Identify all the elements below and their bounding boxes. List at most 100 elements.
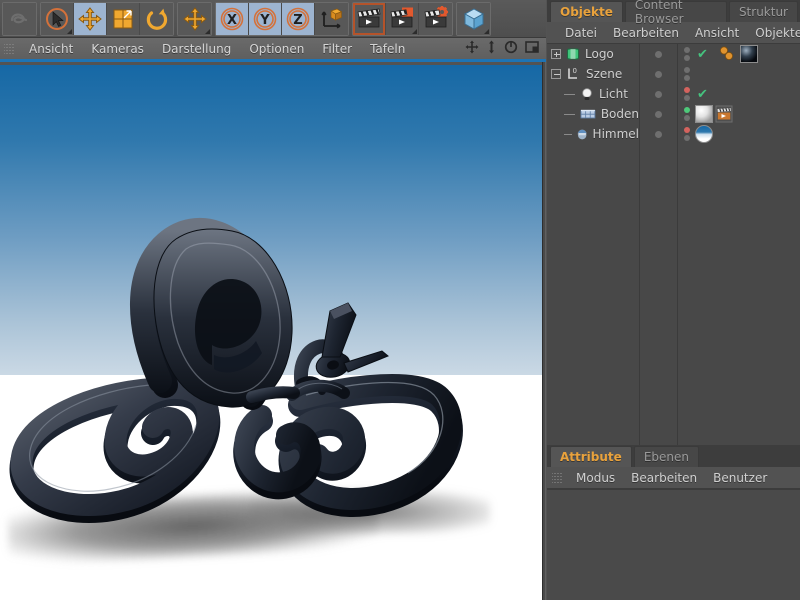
enabled-checkmark-icon: ✔: [697, 87, 708, 102]
add-cube-button[interactable]: [457, 2, 490, 35]
tab-content-browser[interactable]: Content Browser: [624, 0, 727, 26]
rotate-tool-button[interactable]: [140, 2, 173, 35]
lock-x-axis-button[interactable]: X: [216, 2, 249, 35]
table-row[interactable]: 0 Szene: [547, 64, 800, 84]
material-dark-tag[interactable]: [740, 45, 758, 63]
viewport-menu-optionen[interactable]: Optionen: [240, 40, 313, 58]
svg-text:Y: Y: [259, 13, 270, 28]
tag-area: [695, 104, 733, 124]
rotate-arc-icon: [146, 8, 167, 30]
tool-corner-indicator: [205, 28, 210, 34]
editor-visibility-dot[interactable]: [639, 104, 677, 124]
butterfly-logo-object[interactable]: [0, 65, 542, 600]
clapperboard-gear-icon: [424, 5, 448, 27]
viewport-menu-ansicht[interactable]: Ansicht: [20, 40, 82, 58]
move-axis-button[interactable]: [178, 2, 211, 35]
object-manager-menubar: Datei Bearbeiten Ansicht Objekte: [547, 22, 800, 44]
rotate-icon[interactable]: [504, 40, 518, 57]
om-menu-ansicht[interactable]: Ansicht: [687, 25, 747, 41]
tool-corner-indicator: [484, 28, 489, 34]
selection-tool-button[interactable]: [41, 2, 74, 35]
editor-visibility-dot[interactable]: [639, 84, 677, 104]
material-white-tag[interactable]: [695, 105, 713, 123]
render-visibility-dots[interactable]: [677, 104, 697, 124]
undo-redo-button[interactable]: [3, 2, 36, 35]
tab-ebenen[interactable]: Ebenen: [633, 446, 699, 467]
render-visibility-dots[interactable]: [677, 64, 697, 84]
tag-area: [695, 124, 713, 144]
viewport-menu-filter[interactable]: Filter: [313, 40, 361, 58]
am-menu-modus[interactable]: Modus: [568, 470, 623, 486]
vertical-splitter[interactable]: [542, 62, 546, 600]
move-arrows-icon: [182, 6, 207, 31]
toolbar-group-primitives: [456, 1, 491, 36]
render-visibility-dots[interactable]: [677, 84, 697, 104]
tree-branch-line: [564, 93, 575, 95]
panel-grip-icon[interactable]: [552, 471, 563, 484]
am-menu-benutzer[interactable]: Benutzer: [705, 470, 775, 486]
toolbar-group-history: [2, 1, 37, 36]
tab-attribute[interactable]: Attribute: [550, 446, 632, 467]
expander-toggle[interactable]: [551, 49, 561, 59]
object-tree-cell: Licht: [547, 84, 639, 104]
material-sky-tag[interactable]: [695, 125, 713, 143]
render-visibility-dots[interactable]: [677, 44, 697, 64]
right-panel: Objekte Content Browser Struktur Datei B…: [547, 0, 800, 600]
object-manager-tabbar: Objekte Content Browser Struktur: [547, 0, 800, 26]
lock-y-axis-button[interactable]: Y: [249, 2, 282, 35]
expander-toggle[interactable]: [551, 69, 561, 79]
panel-grip-icon[interactable]: [4, 42, 15, 55]
editor-visibility-dot[interactable]: [639, 44, 677, 64]
render-view-button[interactable]: [353, 2, 386, 35]
scale-box-icon: [113, 9, 133, 28]
table-row[interactable]: Boden: [547, 104, 800, 124]
editor-visibility-dot[interactable]: [639, 124, 677, 144]
tree-branch-line: [564, 133, 573, 135]
tab-struktur[interactable]: Struktur: [728, 1, 798, 22]
table-row[interactable]: Himmel: [547, 124, 800, 144]
maximize-icon[interactable]: [525, 40, 539, 57]
om-menu-objekte[interactable]: Objekte: [747, 25, 800, 41]
light-icon: [582, 88, 592, 100]
scale-tool-button[interactable]: [107, 2, 140, 35]
enabled-checkmark-icon: ✔: [697, 47, 708, 62]
om-menu-bearbeiten[interactable]: Bearbeiten: [605, 25, 687, 41]
render-to-picture-viewer-button[interactable]: [386, 2, 419, 35]
move-tool-button[interactable]: [74, 2, 107, 35]
object-manager-list: Logo ✔ 0 Szene Licht ✔ Boden Himmel: [547, 44, 800, 445]
tab-objekte[interactable]: Objekte: [550, 1, 623, 22]
om-menu-datei[interactable]: Datei: [557, 25, 605, 41]
move-arrows-icon: [78, 6, 102, 31]
floor-icon: [580, 109, 596, 119]
viewport-3d[interactable]: [0, 65, 542, 600]
world-object-coordinates-button[interactable]: [315, 2, 348, 35]
toolbar-group-render: [352, 1, 453, 36]
phong-tag[interactable]: [718, 45, 738, 63]
attribute-manager-tabbar: Attribute Ebenen: [547, 445, 800, 467]
viewport-menu-darstellung[interactable]: Darstellung: [153, 40, 240, 58]
y-axis-icon: Y: [253, 7, 277, 30]
dolly-icon[interactable]: [486, 40, 497, 57]
object-tree-cell: Himmel: [547, 124, 639, 144]
object-name: Licht: [599, 87, 628, 101]
viewport-menu-tafeln[interactable]: Tafeln: [361, 40, 414, 58]
compositing-tag[interactable]: [715, 105, 733, 123]
pan-icon[interactable]: [465, 40, 479, 57]
render-settings-button[interactable]: [419, 2, 452, 35]
tool-corner-indicator: [67, 28, 72, 34]
object-tree-cell: Boden: [547, 104, 639, 124]
am-menu-bearbeiten[interactable]: Bearbeiten: [623, 470, 705, 486]
table-row[interactable]: Logo ✔: [547, 44, 800, 64]
clapperboard-icon: [357, 8, 381, 27]
attribute-manager: Attribute Ebenen Modus Bearbeiten Benutz…: [547, 445, 800, 600]
table-row[interactable]: Licht ✔: [547, 84, 800, 104]
editor-visibility-dot[interactable]: [639, 64, 677, 84]
viewport-nav-icons: [465, 40, 546, 57]
viewport-menu-kameras[interactable]: Kameras: [82, 40, 153, 58]
lock-z-axis-button[interactable]: Z: [282, 2, 315, 35]
toolbar-group-axis: [177, 1, 212, 36]
world-axis-cube-icon: [320, 8, 342, 28]
render-visibility-dots[interactable]: [677, 124, 697, 144]
z-axis-icon: Z: [286, 7, 310, 30]
tree-branch-line: [564, 113, 575, 115]
